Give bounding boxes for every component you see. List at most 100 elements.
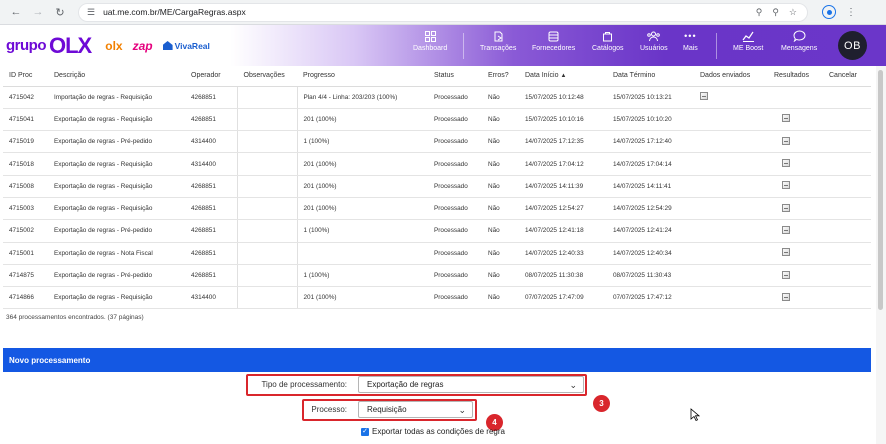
cell-resultados xyxy=(768,219,823,243)
cell-data-inicio: 14/07/2025 14:11:39 xyxy=(519,175,607,198)
nav-divider xyxy=(463,33,464,59)
col-header-operador[interactable]: Operador xyxy=(185,66,237,87)
exportar-condicoes-label[interactable]: Exportar todas as condições de regra xyxy=(372,427,505,436)
back-arrow-icon[interactable]: ← xyxy=(8,4,24,20)
cell-data-inicio: 07/07/2025 17:47:09 xyxy=(519,286,607,310)
logo-vivareal: VivaReal xyxy=(162,41,210,51)
zoom-icon[interactable]: ⚲ xyxy=(772,7,779,18)
col-header-erros[interactable]: Erros? xyxy=(482,66,519,87)
result-file-icon[interactable] xyxy=(782,136,790,145)
reload-icon[interactable]: ↻ xyxy=(52,4,68,20)
cell-operador: 4314400 xyxy=(185,130,237,154)
result-file-icon[interactable] xyxy=(782,292,790,301)
cell-erros: Não xyxy=(482,175,519,198)
cell-observacoes xyxy=(236,286,298,310)
result-file-icon[interactable] xyxy=(782,248,790,257)
table-row: 4714875 Exportação de regras - Pré-pedido… xyxy=(3,264,871,288)
cell-data-termino: 14/07/2025 14:11:41 xyxy=(607,175,694,198)
cell-data-termino: 15/07/2025 10:10:20 xyxy=(607,108,694,132)
result-file-icon[interactable] xyxy=(782,159,790,168)
cell-cancelar xyxy=(823,152,871,176)
cell-observacoes xyxy=(236,264,298,288)
cell-dados-enviados xyxy=(694,175,768,198)
cell-cancelar xyxy=(823,219,871,243)
browser-menu-icon[interactable]: ⋮ xyxy=(846,7,856,18)
logo-zap: zap xyxy=(132,38,153,53)
col-header-descricao[interactable]: Descrição xyxy=(48,66,185,87)
nav-mensagens[interactable]: Mensagens xyxy=(781,29,817,52)
cell-dados-enviados xyxy=(694,86,768,109)
result-file-icon[interactable] xyxy=(782,203,790,212)
cell-id: 4715019 xyxy=(3,130,48,154)
col-header-cancelar[interactable]: Cancelar xyxy=(823,66,871,87)
cell-data-inicio: 08/07/2025 11:30:38 xyxy=(519,264,607,288)
cell-data-termino: 14/07/2025 17:12:40 xyxy=(607,130,694,154)
forward-arrow-icon[interactable]: → xyxy=(30,4,46,20)
mouse-cursor-icon xyxy=(690,408,700,422)
cell-dados-enviados xyxy=(694,130,768,154)
cell-resultados xyxy=(768,108,823,132)
cell-cancelar xyxy=(823,108,871,132)
result-file-icon[interactable] xyxy=(782,181,790,190)
cell-id: 4715001 xyxy=(3,242,48,265)
cell-operador: 4268851 xyxy=(185,86,237,109)
nav-usuarios[interactable]: Usuários xyxy=(640,29,668,52)
col-header-progresso[interactable]: Progresso xyxy=(297,66,428,87)
cell-data-inicio: 15/07/2025 10:10:16 xyxy=(519,108,607,132)
highlight-box-processo xyxy=(302,399,477,421)
profile-icon[interactable] xyxy=(822,5,836,19)
result-file-icon[interactable] xyxy=(782,114,790,123)
site-settings-icon[interactable]: ☰ xyxy=(87,7,95,18)
cell-data-inicio: 14/07/2025 12:41:18 xyxy=(519,219,607,243)
table-row: 4714866 Exportação de regras - Requisição… xyxy=(3,286,871,310)
nav-dashboard[interactable]: Dashboard xyxy=(413,29,447,52)
cell-status: Processado xyxy=(428,219,482,243)
chart-icon xyxy=(741,29,755,43)
cell-observacoes xyxy=(236,197,298,221)
house-icon xyxy=(162,41,173,50)
cell-status: Processado xyxy=(428,242,482,265)
cell-cancelar xyxy=(823,264,871,288)
download-file-icon[interactable] xyxy=(700,92,708,101)
nav-catalogos[interactable]: Catálogos xyxy=(592,29,624,52)
col-header-id[interactable]: ID Proc xyxy=(3,66,48,87)
cell-progresso: 201 (100%) xyxy=(297,108,428,132)
nav-mais[interactable]: ••• Mais xyxy=(683,29,698,52)
key-icon[interactable]: ⚲ xyxy=(756,7,763,18)
col-header-data-termino[interactable]: Data Término xyxy=(607,66,694,87)
logo-grupo-text: grupo xyxy=(6,37,47,54)
cell-operador: 4314400 xyxy=(185,152,237,176)
nav-me-boost[interactable]: ME Boost xyxy=(733,29,763,52)
cell-descricao: Exportação de regras - Pré-pedido xyxy=(48,219,185,243)
address-bar[interactable]: ☰ uat.me.com.br/ME/CargaRegras.aspx ⚲ ⚲ … xyxy=(78,2,808,22)
nav-fornecedores[interactable]: Fornecedores xyxy=(532,29,575,52)
nav-transacoes[interactable]: Transações xyxy=(480,29,516,52)
cell-dados-enviados xyxy=(694,264,768,288)
cell-resultados xyxy=(768,197,823,221)
cell-progresso: 201 (100%) xyxy=(297,286,428,310)
result-file-icon[interactable] xyxy=(782,270,790,279)
user-avatar[interactable]: OB xyxy=(838,31,867,60)
users-icon xyxy=(647,29,661,43)
scrollbar-thumb[interactable] xyxy=(878,70,883,310)
col-header-resultados[interactable]: Resultados xyxy=(768,66,823,87)
cell-erros: Não xyxy=(482,197,519,221)
col-header-observacoes[interactable]: Observações xyxy=(236,66,297,87)
cell-data-termino: 14/07/2025 12:41:24 xyxy=(607,219,694,243)
cell-id: 4714866 xyxy=(3,286,48,310)
cell-erros: Não xyxy=(482,242,519,265)
exportar-condicoes-checkbox[interactable]: ✓ xyxy=(361,427,369,436)
cell-data-termino: 07/07/2025 17:47:12 xyxy=(607,286,694,310)
logo-olx-small: olx xyxy=(105,38,123,53)
col-header-status[interactable]: Status xyxy=(428,66,482,87)
sort-ascending-icon: ▲ xyxy=(560,73,567,80)
cell-observacoes xyxy=(236,152,298,176)
col-header-data-inicio[interactable]: Data Início ▲ xyxy=(519,66,607,87)
suppliers-icon xyxy=(547,29,561,43)
star-icon[interactable]: ☆ xyxy=(789,7,797,18)
cell-status: Processado xyxy=(428,130,482,154)
cell-progresso xyxy=(297,242,428,265)
col-header-dados-enviados[interactable]: Dados enviados xyxy=(694,66,768,87)
result-file-icon[interactable] xyxy=(782,225,790,234)
vertical-scrollbar[interactable] xyxy=(876,66,886,444)
